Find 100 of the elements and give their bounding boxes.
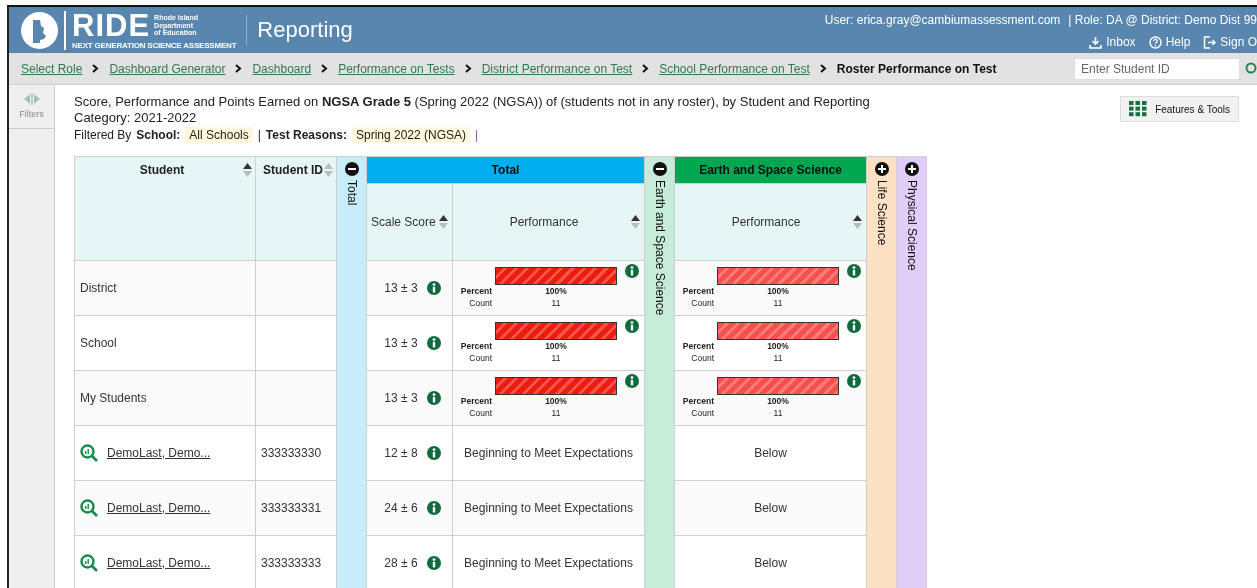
chevron-icon [464, 64, 472, 73]
breadcrumb-link[interactable]: Dashboard [252, 61, 312, 76]
breadcrumb-link[interactable]: Select Role [21, 61, 83, 76]
performance-level: Below [754, 501, 787, 515]
column-header[interactable]: Performance [453, 215, 644, 229]
info-icon[interactable] [625, 374, 639, 388]
grid-icon [1129, 101, 1148, 117]
search-icon[interactable] [1245, 61, 1257, 76]
info-icon[interactable] [426, 501, 441, 515]
logo-wordmark: RIDE [72, 10, 151, 41]
report-title: Score, Performance and Points Earned on NGSA Grade 5 (Spring 2022 (NGSA)) of (students not in any roster), by Student and Reporting Category: 2021-2022 [74, 94, 871, 126]
group-name: District [80, 281, 117, 295]
info-icon[interactable] [847, 264, 861, 278]
group-label: Earth and Space Science [652, 180, 667, 316]
chevron-icon [642, 64, 650, 73]
student-id: 333333330 [261, 446, 322, 460]
performance-level: Beginning to Meet Expectations [464, 446, 633, 460]
count-label: Count [691, 408, 714, 418]
breadcrumb-link[interactable]: School Performance on Test [659, 61, 810, 76]
percent-value: 100% [545, 341, 567, 351]
scale-score: 24 ± 6 [384, 501, 418, 515]
info-icon[interactable] [625, 264, 639, 278]
inbox-link[interactable]: Inbox [1089, 35, 1136, 49]
help-link[interactable]: Help [1148, 35, 1191, 49]
count-label: Count [469, 408, 492, 418]
filter-value: Spring 2022 (NGSA) [352, 127, 471, 143]
signout-link[interactable]: Sign O [1203, 35, 1257, 49]
count-label: Count [691, 298, 714, 308]
column-header[interactable]: Performance [675, 215, 866, 229]
scale-score: 13 ± 3 [384, 281, 418, 295]
percent-label: Percent [460, 341, 492, 351]
magnifier-chart-icon[interactable] [80, 499, 98, 517]
group-header: Total [366, 156, 645, 184]
chevron-icon [321, 64, 329, 73]
percent-label: Percent [460, 396, 492, 406]
magnifier-chart-icon[interactable] [80, 554, 98, 572]
performance-level: Below [754, 446, 787, 460]
percent-value: 100% [767, 341, 789, 351]
collapse-icon[interactable] [652, 162, 667, 176]
group-label: Total [344, 180, 359, 206]
sort-icon[interactable] [853, 215, 862, 229]
filter-name: Test Reasons: [265, 128, 347, 142]
percent-label: Percent [460, 286, 492, 296]
scale-score: 13 ± 3 [384, 391, 418, 405]
sort-icon[interactable] [243, 163, 252, 177]
group-name: My Students [80, 391, 147, 405]
filter-prefix: | [257, 128, 261, 142]
performance-level: Below [754, 556, 787, 570]
info-icon[interactable] [426, 391, 441, 405]
percent-value: 100% [767, 396, 789, 406]
scale-score: 13 ± 3 [384, 336, 418, 350]
performance-level: Beginning to Meet Expectations [464, 556, 633, 570]
app-title: Reporting [246, 15, 353, 45]
percent-label: Percent [682, 396, 714, 406]
current-breadcrumb[interactable]: Roster Performance on Test [836, 61, 997, 76]
info-icon[interactable] [426, 556, 441, 570]
count-value: 11 [773, 353, 783, 363]
magnifier-chart-icon[interactable] [80, 444, 98, 462]
student-id-search-field[interactable]: Enter Student ID [1074, 57, 1240, 80]
collapse-icon[interactable] [344, 162, 359, 176]
sort-icon[interactable] [439, 215, 448, 229]
percent-value: 100% [545, 396, 567, 406]
logo-tagline: NEXT GENERATION SCIENCE ASSESSMENT [72, 40, 237, 50]
features-tools-button[interactable]: Features & Tools [1120, 96, 1239, 122]
percent-value: 100% [767, 286, 789, 296]
expand-icon[interactable] [904, 162, 919, 176]
sort-icon[interactable] [631, 215, 640, 229]
info-icon[interactable] [426, 281, 441, 295]
expand-icon[interactable] [874, 162, 889, 176]
chevron-icon [92, 64, 100, 73]
info-icon[interactable] [847, 319, 861, 333]
info-icon[interactable] [847, 374, 861, 388]
student-name-link[interactable]: DemoLast, Demo... [107, 501, 211, 515]
count-value: 11 [773, 408, 783, 418]
info-icon[interactable] [426, 336, 441, 350]
download-icon [1089, 35, 1103, 49]
group-label: Life Science [874, 180, 889, 246]
chevron-icon [819, 64, 827, 73]
group-label: Physical Science [904, 180, 919, 271]
help-icon [1148, 35, 1162, 49]
group-name: School [80, 336, 117, 350]
filter-value: All Schools [185, 127, 253, 143]
info-icon[interactable] [625, 319, 639, 333]
breadcrumb-link[interactable]: District Performance on Test [481, 61, 633, 76]
column-header[interactable]: Scale Score [367, 215, 452, 229]
student-name-link[interactable]: DemoLast, Demo... [107, 556, 211, 570]
student-id: 333333333 [261, 556, 322, 570]
count-value: 11 [551, 298, 561, 308]
count-value: 11 [551, 353, 561, 363]
scale-score: 28 ± 6 [384, 556, 418, 570]
percent-value: 100% [545, 286, 567, 296]
user-email: User: erica.gray@cambiumassessment.com [824, 13, 1061, 27]
breadcrumb-link[interactable]: Dashboard Generator [109, 61, 226, 76]
student-name-link[interactable]: DemoLast, Demo... [107, 446, 211, 460]
group-header: Earth and Space Science [674, 156, 867, 184]
percent-label: Percent [682, 286, 714, 296]
breadcrumb-link[interactable]: Performance on Tests [338, 61, 455, 76]
state-map-logo-icon [21, 11, 58, 49]
count-label: Count [691, 353, 714, 363]
info-icon[interactable] [426, 446, 441, 460]
